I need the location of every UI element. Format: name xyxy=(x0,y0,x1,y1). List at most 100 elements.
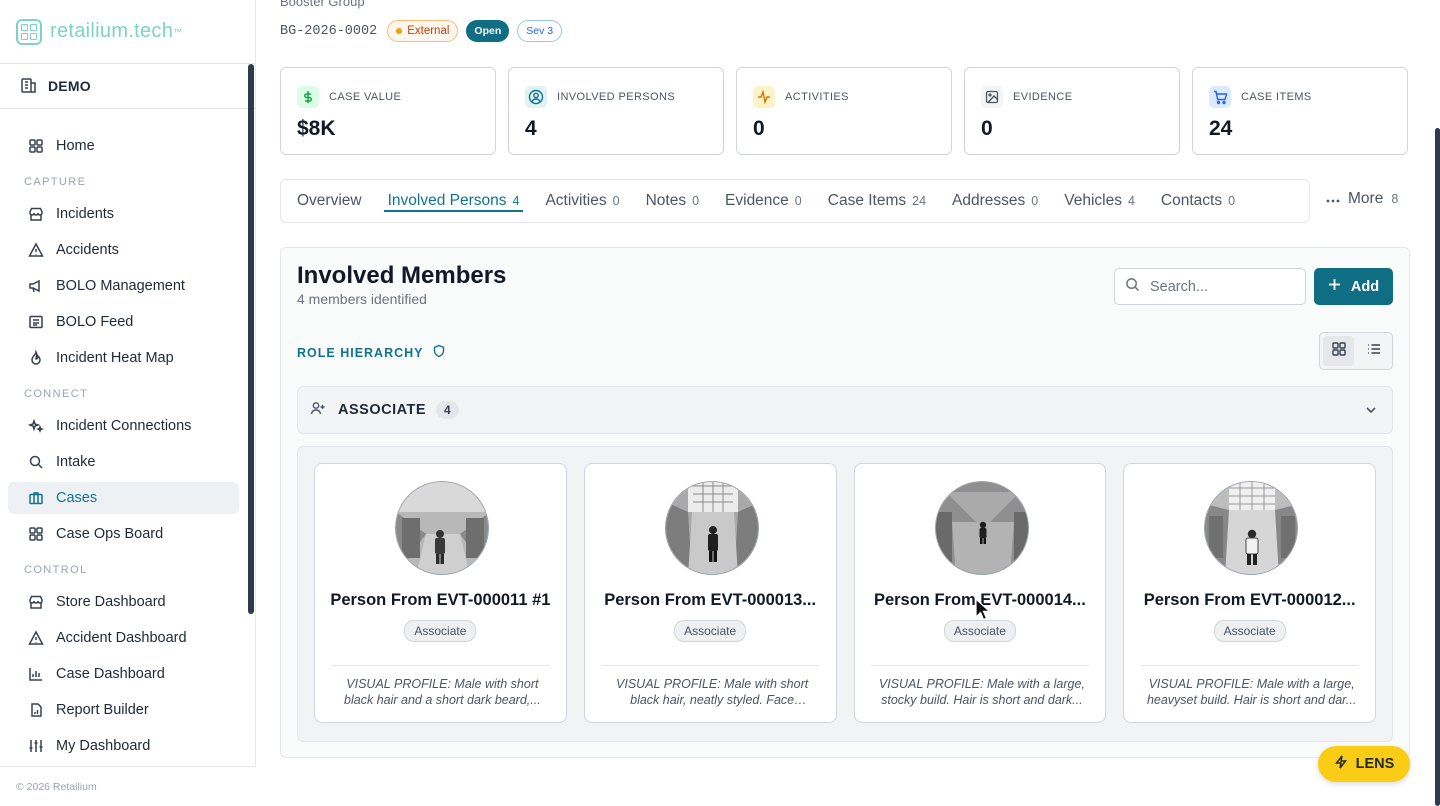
sliders-icon xyxy=(28,738,44,754)
case-status-badge: Open xyxy=(466,20,510,42)
brand[interactable]: retailium.tech ™ xyxy=(0,0,255,64)
associate-group-header[interactable]: ASSOCIATE 4 xyxy=(297,386,1393,434)
sidebar-item-bolo-feed[interactable]: BOLO Feed xyxy=(8,306,239,338)
panel-title: Involved Members xyxy=(297,262,507,289)
tab-evidence[interactable]: Evidence 0 xyxy=(725,180,802,222)
sidebar-item-label: Incident Heat Map xyxy=(56,350,174,366)
sidebar-item-intake[interactable]: Intake xyxy=(8,446,239,478)
sidebar-item-case-dashboard[interactable]: Case Dashboard xyxy=(8,658,239,690)
sidebar-scrollbar[interactable] xyxy=(248,64,254,614)
tab-case-items[interactable]: Case Items 24 xyxy=(828,180,926,222)
cart-icon xyxy=(1209,86,1231,108)
shield-icon[interactable] xyxy=(432,344,446,361)
file-chart-icon xyxy=(28,702,44,718)
member-name: Person From EVT-000012... xyxy=(1143,591,1356,609)
member-description: VISUAL PROFILE: Male with a large, stock… xyxy=(878,677,1085,707)
sidebar-item-accidents[interactable]: Accidents xyxy=(8,234,239,266)
user-circle-icon xyxy=(525,86,547,108)
sidebar-item-case-ops-board[interactable]: Case Ops Board xyxy=(8,518,239,550)
image-icon xyxy=(981,86,1003,108)
main-content: Booster Group BG-2026-0002 External Open… xyxy=(256,0,1440,806)
sidebar-item-incidents[interactable]: Incidents xyxy=(8,198,239,230)
list-view-button[interactable] xyxy=(1358,336,1389,366)
tab-count: 0 xyxy=(1228,194,1236,208)
more-tabs-button[interactable]: More 8 xyxy=(1326,190,1398,208)
search-input[interactable] xyxy=(1150,278,1290,295)
stat-activities: ACTIVITIES 0 xyxy=(736,67,952,155)
tab-label: Evidence xyxy=(725,192,789,209)
main-scrollbar[interactable] xyxy=(1435,128,1440,806)
sidebar-item-bolo-management[interactable]: BOLO Management xyxy=(8,270,239,302)
sidebar-item-label: Intake xyxy=(56,454,96,470)
member-card[interactable]: Person From EVT-000012... Associate VISU… xyxy=(1123,463,1376,723)
stat-value: 4 xyxy=(525,117,537,140)
stat-value: 24 xyxy=(1209,117,1233,140)
tab-count: 4 xyxy=(512,194,520,208)
sidebar-item-incident-connections[interactable]: Incident Connections xyxy=(8,410,239,442)
member-avatar xyxy=(1204,481,1299,575)
tab-addresses[interactable]: Addresses 0 xyxy=(952,180,1038,222)
member-card[interactable]: Person From EVT-000011 #1 Associate VISU… xyxy=(314,463,567,723)
sidebar-item-label: Home xyxy=(56,138,95,154)
sidebar-item-store-dashboard[interactable]: Store Dashboard xyxy=(8,586,239,618)
activity-icon xyxy=(753,86,775,108)
member-avatar xyxy=(664,481,759,575)
lens-button[interactable]: LENS xyxy=(1318,746,1410,782)
sidebar-item-label: Report Builder xyxy=(56,702,149,718)
tab-notes[interactable]: Notes 0 xyxy=(646,180,699,222)
search-icon xyxy=(1125,277,1140,297)
chevron-down-icon xyxy=(1364,403,1378,422)
more-dots-icon xyxy=(1326,190,1340,208)
member-card[interactable]: Person From EVT-000014... Associate VISU… xyxy=(853,463,1107,723)
sidebar-item-my-dashboard[interactable]: My Dashboard xyxy=(8,730,239,762)
stat-value: 0 xyxy=(753,117,765,140)
store-icon xyxy=(28,594,44,610)
case-type-label: External xyxy=(407,25,450,37)
member-card[interactable]: Person From EVT-000013... Associate VISU… xyxy=(583,463,837,723)
sidebar-item-incident-heat-map[interactable]: Incident Heat Map xyxy=(8,342,239,374)
mouse-cursor-icon xyxy=(975,597,992,627)
sidebar-nav: Home CAPTURE Incidents Accidents BOLO Ma… xyxy=(0,130,247,766)
tab-involved-persons[interactable]: Involved Persons 4 xyxy=(383,180,524,222)
tab-overview[interactable]: Overview xyxy=(297,180,362,222)
more-label: More xyxy=(1348,190,1384,207)
stat-value: 0 xyxy=(981,117,993,140)
sidebar-item-label: BOLO Management xyxy=(56,278,185,294)
sidebar-item-label: BOLO Feed xyxy=(56,314,134,330)
sidebar-item-home[interactable]: Home xyxy=(8,130,239,162)
dollar-icon xyxy=(297,86,319,108)
grid-icon xyxy=(28,138,44,154)
flame-icon xyxy=(28,350,44,366)
tab-activities[interactable]: Activities 0 xyxy=(545,180,619,222)
org-switcher[interactable]: DEMO xyxy=(0,64,255,109)
view-toggle xyxy=(1319,332,1393,370)
tab-label: Overview xyxy=(297,192,362,209)
bar-chart-icon xyxy=(28,666,44,682)
tab-count: 0 xyxy=(1031,194,1039,208)
brand-trademark: ™ xyxy=(173,26,183,37)
add-label: Add xyxy=(1350,278,1380,295)
store-icon xyxy=(28,206,44,222)
sidebar-item-label: Accidents xyxy=(56,242,119,258)
tab-label: Activities xyxy=(545,192,607,209)
tab-label: Vehicles xyxy=(1064,192,1122,209)
tab-contacts[interactable]: Contacts 0 xyxy=(1161,180,1235,222)
role-hierarchy-heading: ROLE HIERARCHY xyxy=(297,344,446,361)
member-name: Person From EVT-000011 #1 xyxy=(330,591,551,609)
add-member-button[interactable]: Add xyxy=(1314,268,1393,305)
grid-view-button[interactable] xyxy=(1323,336,1354,366)
section-control: CONTROL xyxy=(24,564,88,576)
brand-name: retailium.tech xyxy=(50,20,174,42)
sidebar-item-accident-dashboard[interactable]: Accident Dashboard xyxy=(8,622,239,654)
tab-label: Case Items xyxy=(827,192,907,209)
member-role-badge: Associate xyxy=(674,620,747,642)
stats-row: CASE VALUE $8K INVOLVED PERSONS 4 ACTIVI… xyxy=(280,67,1408,155)
tab-vehicles[interactable]: Vehicles 4 xyxy=(1064,180,1135,222)
case-id: BG-2026-0002 xyxy=(280,23,378,39)
member-avatar xyxy=(934,481,1029,575)
involved-members-panel: Involved Members 4 members identified Ad… xyxy=(280,247,1410,758)
sidebar-item-report-builder[interactable]: Report Builder xyxy=(8,694,239,726)
sidebar-item-cases[interactable]: Cases xyxy=(8,482,239,514)
user-plus-icon xyxy=(310,400,326,421)
group-count: 4 xyxy=(436,401,459,419)
